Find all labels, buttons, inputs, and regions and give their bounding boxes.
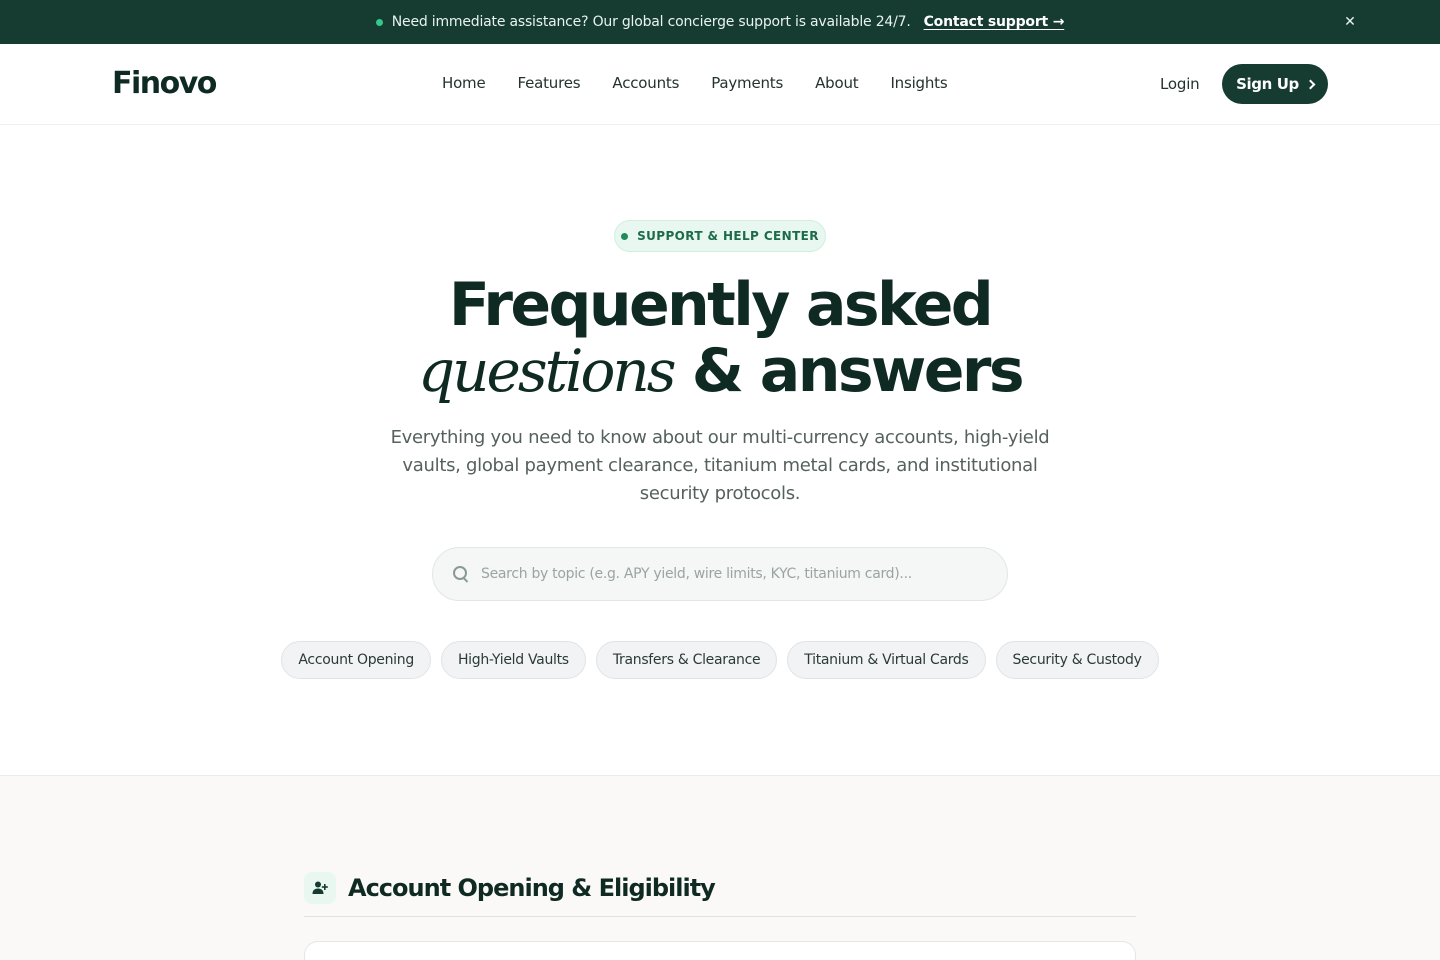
signup-label: Sign Up [1236,75,1299,93]
page-subtitle: Everything you need to know about our mu… [390,427,1050,504]
search-bar[interactable] [432,547,1008,601]
title-rest: & answers [691,336,1025,406]
chip-security-custody[interactable]: Security & Custody [995,641,1159,679]
badge-label: SUPPORT & HELP CENTER [637,229,819,243]
chevron-right-icon [1305,79,1316,89]
badge-dot-icon [621,232,629,240]
chip-transfers-clearance[interactable]: Transfers & Clearance [595,641,778,679]
nav-item-about[interactable]: About [815,74,859,92]
search-input[interactable] [481,566,981,582]
faq-section: Account Opening & Eligibility [0,775,1440,960]
section-header: Account Opening & Eligibility [304,872,1136,917]
topic-chips: Account Opening High-Yield Vaults Transf… [0,641,1440,679]
close-icon[interactable]: ✕ [1340,12,1360,32]
signup-button[interactable]: Sign Up [1222,64,1328,104]
section-badge: SUPPORT & HELP CENTER [614,220,826,252]
nav-item-features[interactable]: Features [518,74,581,92]
title-line-1: Frequently asked [448,270,994,340]
page-title: Frequently asked questions & answers [0,272,1440,404]
announcement-bar: Need immediate assistance? Our global co… [0,0,1440,44]
login-link[interactable]: Login [1160,75,1200,93]
section-title: Account Opening & Eligibility [348,874,716,902]
nav-item-payments[interactable]: Payments [711,74,783,92]
user-plus-icon [304,872,336,904]
contact-support-link[interactable]: Contact support → [924,14,1065,30]
main-nav: Home Features Accounts Payments About In… [442,74,979,92]
search-icon [453,566,469,582]
site-header: Finovo Home Features Accounts Payments A… [0,44,1440,125]
chip-account-opening[interactable]: Account Opening [281,641,431,679]
announcement-message: Need immediate assistance? Our global co… [391,14,911,30]
nav-item-home[interactable]: Home [442,74,486,92]
chip-titanium-virtual-cards[interactable]: Titanium & Virtual Cards [787,641,986,679]
chip-high-yield-vaults[interactable]: High-Yield Vaults [440,641,586,679]
nav-item-accounts[interactable]: Accounts [612,74,679,92]
logo[interactable]: Finovo [112,66,217,101]
status-dot-icon [375,18,383,26]
title-line-2: questions & answers [0,338,1440,404]
faq-item-card[interactable] [304,941,1136,960]
title-italic-word: questions [418,337,676,405]
nav-item-insights[interactable]: Insights [890,74,947,92]
